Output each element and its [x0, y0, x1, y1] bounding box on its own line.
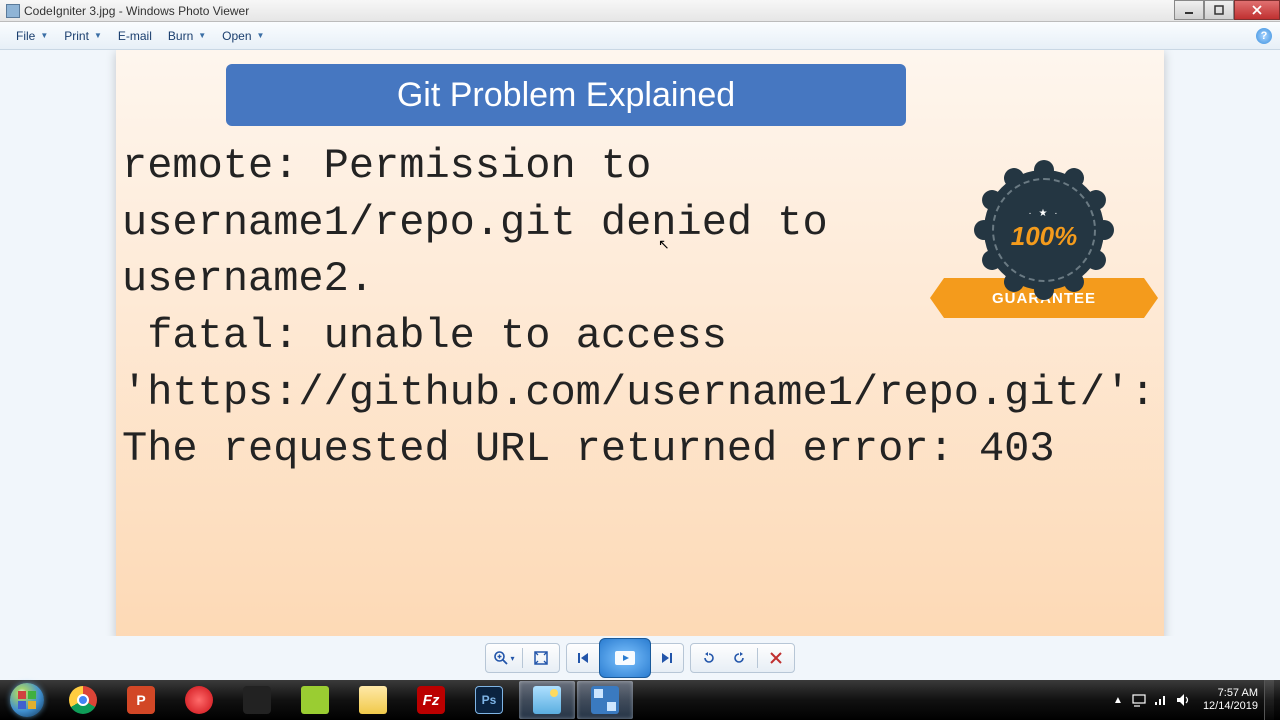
system-tray: ▲ 7:57 AM 12/14/2019: [1111, 680, 1280, 720]
help-icon[interactable]: ?: [1256, 28, 1272, 44]
show-desktop-button[interactable]: [1264, 680, 1274, 720]
opera-icon: [185, 686, 213, 714]
photo-viewer-window: CodeIgniter 3.jpg - Windows Photo Viewer…: [0, 0, 1280, 680]
menu-email[interactable]: E-mail: [110, 25, 160, 47]
filezilla-icon: Fz: [417, 686, 445, 714]
taskbar-explorer[interactable]: [345, 681, 401, 719]
nbc-icon: [243, 686, 271, 714]
rotate-ccw-button[interactable]: [695, 646, 723, 670]
chevron-down-icon: ▼: [198, 31, 206, 40]
powerpoint-icon: P: [127, 686, 155, 714]
prev-button[interactable]: [569, 646, 597, 670]
taskbar-filezilla[interactable]: Fz: [403, 681, 459, 719]
chevron-down-icon: ▼: [94, 31, 102, 40]
slide-banner: Git Problem Explained: [226, 64, 906, 126]
menu-burn[interactable]: Burn▼: [160, 25, 214, 47]
window-title: CodeIgniter 3.jpg - Windows Photo Viewer: [24, 4, 1174, 18]
switcher-icon: [591, 686, 619, 714]
viewer-canvas[interactable]: Git Problem Explained remote: Permission…: [0, 50, 1280, 636]
menu-print[interactable]: Print▼: [56, 25, 110, 47]
rotate-cw-button[interactable]: [725, 646, 753, 670]
star-icon: · ★ ·: [1028, 208, 1059, 219]
action-center-icon[interactable]: [1131, 692, 1147, 708]
taskbar-app-4[interactable]: [229, 681, 285, 719]
taskbar-photoshop[interactable]: Ps: [461, 681, 517, 719]
menu-open[interactable]: Open▼: [214, 25, 272, 47]
taskbar-notepadpp[interactable]: [287, 681, 343, 719]
minimize-button[interactable]: [1174, 0, 1204, 20]
play-slideshow-button[interactable]: [599, 638, 651, 678]
start-button[interactable]: [0, 680, 54, 720]
chrome-icon: [69, 686, 97, 714]
chevron-down-icon: ▼: [257, 31, 265, 40]
guarantee-badge: GUARANTEE: [944, 160, 1144, 360]
badge-percent: 100%: [1011, 221, 1078, 252]
fit-button[interactable]: [527, 646, 555, 670]
app-icon: [6, 4, 20, 18]
close-button[interactable]: [1234, 0, 1280, 20]
network-icon[interactable]: [1153, 692, 1169, 708]
taskbar-switcher[interactable]: [577, 681, 633, 719]
explorer-icon: [359, 686, 387, 714]
taskbar-opera[interactable]: [171, 681, 227, 719]
maximize-button[interactable]: [1204, 0, 1234, 20]
notepadpp-icon: [301, 686, 329, 714]
photoshop-icon: Ps: [475, 686, 503, 714]
next-button[interactable]: [653, 646, 681, 670]
photoviewer-icon: [533, 686, 561, 714]
tray-show-hidden-button[interactable]: ▲: [1111, 693, 1125, 707]
displayed-image: Git Problem Explained remote: Permission…: [116, 50, 1164, 636]
chevron-down-icon: ▼: [40, 31, 48, 40]
tray-date: 12/14/2019: [1203, 700, 1258, 713]
delete-button[interactable]: [762, 646, 790, 670]
volume-icon[interactable]: [1175, 692, 1191, 708]
cursor-icon: ↖: [658, 236, 670, 253]
taskbar-photoviewer[interactable]: [519, 681, 575, 719]
menu-file[interactable]: File▼: [8, 25, 56, 47]
taskbar-apps: P Fz Ps: [54, 680, 634, 720]
menubar: File▼ Print▼ E-mail Burn▼ Open▼ ?: [0, 22, 1280, 50]
tray-clock[interactable]: 7:57 AM 12/14/2019: [1197, 687, 1264, 713]
taskbar-chrome[interactable]: [55, 681, 111, 719]
zoom-button[interactable]: ▾: [490, 646, 518, 670]
tray-time: 7:57 AM: [1203, 687, 1258, 700]
windows-logo-icon: [10, 683, 44, 717]
window-titlebar[interactable]: CodeIgniter 3.jpg - Windows Photo Viewer: [0, 0, 1280, 22]
taskbar: P Fz Ps ▲ 7:57 AM 12/14/2019: [0, 680, 1280, 720]
taskbar-powerpoint[interactable]: P: [113, 681, 169, 719]
viewer-toolbar: ▾: [0, 636, 1280, 680]
